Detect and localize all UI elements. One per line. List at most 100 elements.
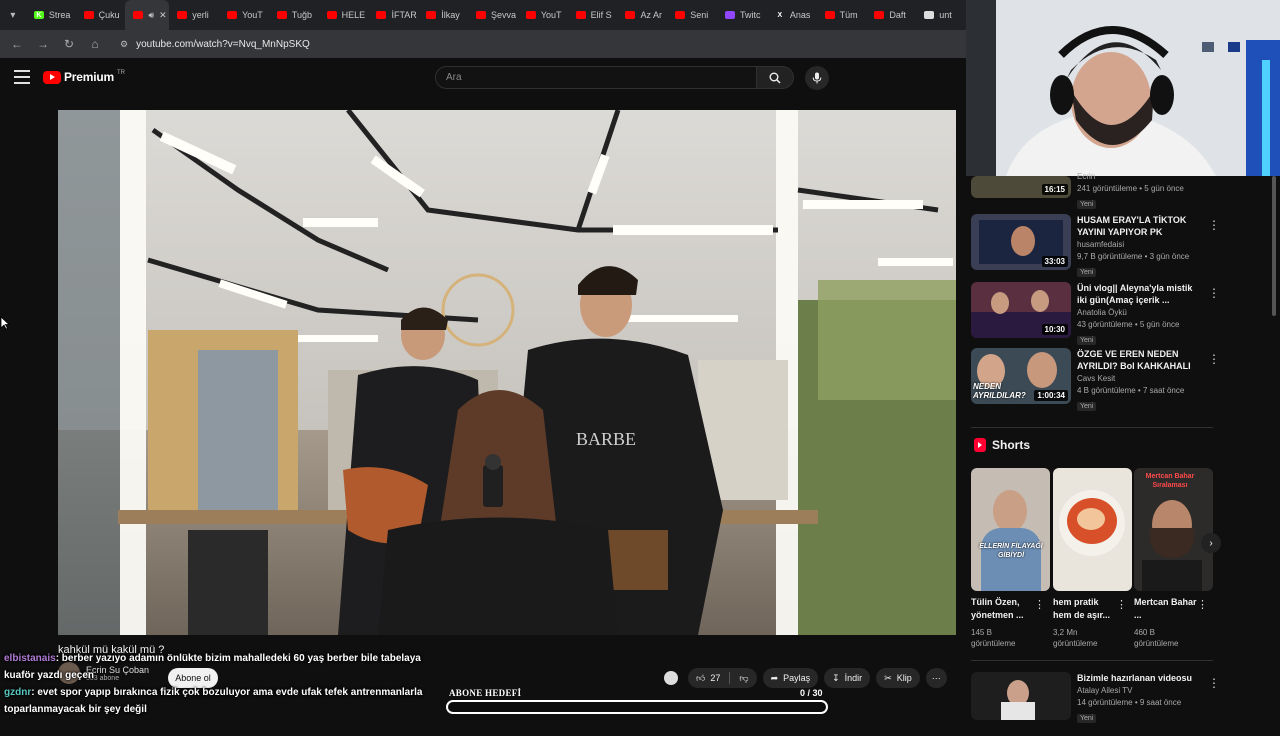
new-badge: Yeni: [1077, 336, 1097, 345]
video-thumbnail[interactable]: 10:30: [971, 282, 1071, 338]
youtube-logo[interactable]: Premium TR: [43, 70, 125, 84]
browser-tab[interactable]: İFTAR: [368, 0, 418, 30]
recommended-video[interactable]: 10:30 Üni vlog|| Aleyna'yla mistik iki g…: [971, 282, 1271, 346]
tab-close-icon[interactable]: ✕: [159, 10, 167, 21]
video-channel[interactable]: Atalay Ailesi TV: [1077, 686, 1201, 695]
youtube-play-icon: [43, 70, 61, 84]
mouse-cursor-icon: [0, 316, 10, 330]
video-player[interactable]: BARBE: [58, 110, 956, 635]
browser-tab[interactable]: Tüm: [817, 0, 867, 30]
browser-tab[interactable]: yerli: [169, 0, 219, 30]
brand-label: Premium: [64, 70, 114, 84]
sidebar-scrollbar[interactable]: [1272, 176, 1276, 316]
thumbs-down-icon[interactable]: 👎︎: [739, 673, 748, 684]
shorts-next-button[interactable]: ›: [1201, 533, 1221, 553]
video-thumbnail[interactable]: 16:15: [971, 176, 1071, 198]
recommendations-sidebar: 16:15 Ecrin 241 görüntüleme • 5 gün önce…: [966, 172, 1280, 723]
short-title: hem pratik hem de aşır...: [1053, 597, 1111, 620]
tab-search-icon[interactable]: ▾: [0, 0, 26, 30]
chat-message: elbistanais: berber yazıyo adamın önlükt…: [4, 650, 424, 684]
streamer-webcam: [966, 0, 1280, 176]
browser-tab[interactable]: Az Ar: [617, 0, 667, 30]
browser-tab[interactable]: Çuku: [76, 0, 126, 30]
more-vertical-icon[interactable]: ⋮: [1208, 218, 1220, 232]
voice-search-button[interactable]: [805, 66, 829, 90]
subscriber-goal-count: 0 / 30: [800, 688, 823, 698]
video-channel[interactable]: husamfedaisi: [1077, 240, 1201, 249]
video-stats: 9,7 B görüntüleme • 3 gün önce: [1077, 252, 1190, 261]
like-count: 27: [710, 673, 721, 683]
video-channel[interactable]: Ecrin: [1077, 172, 1201, 181]
recommended-video[interactable]: 33:03 HUSAM ERAY'LA TİKTOK YAYINI YAPIYO…: [971, 214, 1271, 278]
browser-tab[interactable]: Şevva: [468, 0, 518, 30]
tab-favicon-icon: [575, 11, 586, 19]
short-card[interactable]: hem pratik hem de aşır... 3,2 Mn görüntü…: [1053, 468, 1133, 648]
more-vertical-icon[interactable]: ⋮: [1208, 352, 1220, 366]
short-thumbnail[interactable]: ELLERİN FİLAYAĞI GİBİYDİ: [971, 468, 1050, 591]
new-badge: Yeni: [1077, 268, 1097, 277]
home-icon[interactable]: ⌂: [84, 33, 106, 55]
browser-tab[interactable]: İlkay: [418, 0, 468, 30]
short-title: Mertcan Bahar ...: [1134, 597, 1197, 620]
forward-arrow-icon[interactable]: →: [32, 33, 54, 55]
browser-tab[interactable]: Tuğb: [269, 0, 319, 30]
video-channel[interactable]: Cavs Kesit: [1077, 374, 1201, 383]
more-vertical-icon[interactable]: ⋮: [1197, 598, 1208, 611]
browser-tab[interactable]: unt: [916, 0, 966, 30]
video-duration: 10:30: [1041, 324, 1068, 335]
share-button[interactable]: ➦ Paylaş: [762, 668, 819, 688]
short-card[interactable]: Mertcan Bahar Sıralaması Mertcan Bahar .…: [1134, 468, 1214, 648]
clip-button[interactable]: ✂ Klip: [876, 668, 920, 688]
browser-tab[interactable]: X Anas: [767, 0, 817, 30]
browser-tab[interactable]: K Strea: [26, 0, 76, 30]
tab-label: Şevva: [491, 10, 517, 20]
browser-tab[interactable]: Twitc: [717, 0, 767, 30]
more-vertical-icon[interactable]: ⋮: [1208, 286, 1220, 300]
back-arrow-icon[interactable]: ←: [6, 33, 28, 55]
short-thumbnail-text: ELLERİN FİLAYAĞI GİBİYDİ: [979, 543, 1043, 559]
video-channel[interactable]: Anatolia Öykü: [1077, 308, 1201, 317]
video-thumbnail[interactable]: NEDEN AYRILDILAR? 1:00:34: [971, 348, 1071, 404]
browser-tab[interactable]: HELE: [319, 0, 369, 30]
download-button[interactable]: ↧ İndir: [824, 668, 871, 688]
browser-tab[interactable]: Seni: [667, 0, 717, 30]
tab-label: Çuku: [98, 10, 120, 20]
divider: [971, 427, 1213, 428]
search-icon: [769, 72, 781, 84]
site-info-icon[interactable]: ⚙: [120, 39, 128, 50]
browser-tab[interactable]: Daft: [866, 0, 916, 30]
more-vertical-icon[interactable]: ⋮: [1208, 676, 1220, 690]
video-thumbnail[interactable]: [971, 672, 1071, 720]
url-text: youtube.com/watch?v=Nvq_MnNpSKQ: [136, 38, 310, 50]
like-button[interactable]: 👍︎ 27 👎︎: [688, 668, 757, 688]
tab-favicon-icon: [725, 11, 736, 19]
region-label: TR: [116, 70, 125, 76]
video-frame: BARBE: [58, 110, 956, 635]
super-thanks-icon[interactable]: [664, 671, 678, 685]
reload-icon[interactable]: ↻: [58, 33, 80, 55]
browser-tab[interactable]: YouT: [219, 0, 269, 30]
short-thumbnail[interactable]: Mertcan Bahar Sıralaması: [1134, 468, 1213, 591]
search-button[interactable]: [756, 66, 794, 89]
short-thumbnail[interactable]: [1053, 468, 1132, 591]
menu-hamburger-icon[interactable]: [14, 70, 30, 84]
video-title: Bizimle hazırlanan videosu: [1077, 673, 1193, 683]
more-vertical-icon[interactable]: ⋮: [1034, 598, 1045, 611]
video-duration: 33:03: [1041, 256, 1068, 267]
browser-tab[interactable]: 🔊︎ ✕: [125, 0, 170, 30]
video-title: ÖZGE VE EREN NEDEN AYRILDI? Bol KAHKAHAL…: [1077, 349, 1191, 371]
address-bar[interactable]: ⚙ youtube.com/watch?v=Nvq_MnNpSKQ: [114, 34, 316, 54]
search-input[interactable]: Ara: [435, 66, 757, 89]
browser-tab[interactable]: YouT: [518, 0, 568, 30]
more-actions-button[interactable]: ⋯: [925, 668, 947, 688]
youtube-header: Premium TR Ara: [0, 58, 966, 100]
tab-favicon-icon: [326, 11, 337, 19]
video-thumbnail[interactable]: 33:03: [971, 214, 1071, 270]
tab-audio-icon[interactable]: 🔊︎: [148, 10, 154, 21]
browser-tab[interactable]: Elif S: [568, 0, 618, 30]
more-vertical-icon[interactable]: ⋮: [1116, 598, 1127, 611]
share-label: Paylaş: [783, 673, 811, 683]
recommended-video[interactable]: NEDEN AYRILDILAR? 1:00:34 ÖZGE VE EREN N…: [971, 348, 1271, 412]
short-card[interactable]: ELLERİN FİLAYAĞI GİBİYDİ Tülin Özen, yön…: [971, 468, 1051, 648]
recommended-video[interactable]: Bizimle hazırlanan videosu Atalay Ailesi…: [971, 672, 1271, 736]
